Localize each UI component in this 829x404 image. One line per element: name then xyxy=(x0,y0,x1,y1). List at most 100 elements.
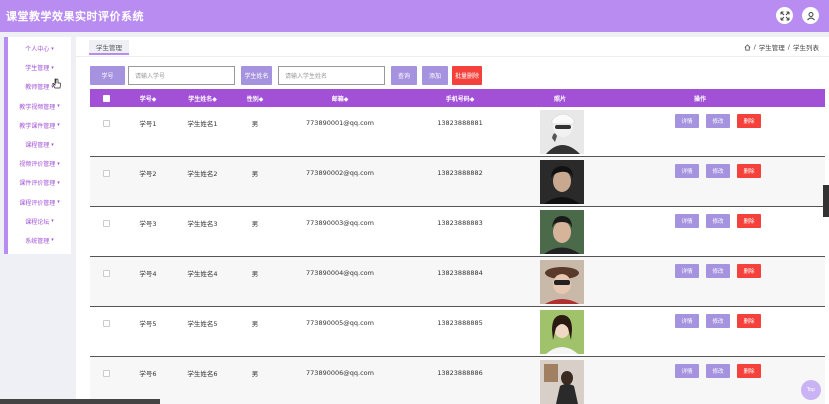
row-checkbox[interactable] xyxy=(102,369,110,377)
detail-button[interactable]: 详情 xyxy=(675,114,699,128)
edit-button[interactable]: 修改 xyxy=(706,364,730,378)
cell-gender: 男 xyxy=(251,270,259,278)
scrollbar-thumb[interactable] xyxy=(823,185,829,217)
student-photo xyxy=(540,160,584,204)
student-photo xyxy=(540,260,584,304)
row-checkbox[interactable] xyxy=(102,119,110,127)
table-row: 学号4 学生姓名4 男 773890004@qq.com 13823888884… xyxy=(90,257,825,307)
cell-email: 773890004@qq.com xyxy=(306,269,374,277)
header-gender[interactable]: 性别◆ xyxy=(240,89,270,107)
select-all-checkbox[interactable] xyxy=(102,94,110,102)
student-name-label: 学生姓名 xyxy=(241,66,272,85)
sidebar-item-forum[interactable]: 课程论坛 ▾ xyxy=(8,212,71,231)
query-button[interactable]: 查询 xyxy=(391,66,417,85)
chevron-down-icon: ▾ xyxy=(51,141,54,148)
sidebar-item-profile[interactable]: 个人中心 ▾ xyxy=(8,39,71,58)
cell-gender: 男 xyxy=(251,370,259,378)
xuehao-label: 学号 xyxy=(90,66,125,85)
chevron-down-icon: ▾ xyxy=(51,218,54,225)
detail-button[interactable]: 详情 xyxy=(675,264,699,278)
status-strip xyxy=(0,399,160,404)
student-photo xyxy=(540,210,584,254)
detail-button[interactable]: 详情 xyxy=(675,164,699,178)
edit-button[interactable]: 修改 xyxy=(706,114,730,128)
delete-button[interactable]: 删除 xyxy=(737,114,761,128)
header-icons xyxy=(776,7,819,24)
cell-xuehao: 学号4 xyxy=(139,270,157,278)
sidebar-item-video-eval[interactable]: 视频评价管理 ▾ xyxy=(8,154,71,173)
row-checkbox[interactable] xyxy=(102,319,110,327)
add-button[interactable]: 添加 xyxy=(422,66,448,85)
breadcrumb-separator: / xyxy=(753,43,756,51)
row-checkbox[interactable] xyxy=(102,169,110,177)
delete-button[interactable]: 删除 xyxy=(737,214,761,228)
xuehao-input[interactable]: 请输入学号 xyxy=(128,66,235,85)
edit-button[interactable]: 修改 xyxy=(706,314,730,328)
fullscreen-icon[interactable] xyxy=(776,7,793,24)
header-phone[interactable]: 手机号码◆ xyxy=(430,89,490,107)
detail-button[interactable]: 详情 xyxy=(675,364,699,378)
cell-name: 学生姓名2 xyxy=(187,170,218,178)
delete-button[interactable]: 删除 xyxy=(737,264,761,278)
row-checkbox[interactable] xyxy=(102,219,110,227)
breadcrumb-separator: / xyxy=(787,43,790,51)
sidebar-item-course-eval[interactable]: 课程评价管理 ▾ xyxy=(8,193,71,212)
hand-cursor-icon xyxy=(52,78,61,89)
cell-xuehao: 学号1 xyxy=(139,120,157,128)
cell-xuehao: 学号6 xyxy=(139,370,157,378)
edit-button[interactable]: 修改 xyxy=(706,214,730,228)
cell-name: 学生姓名5 xyxy=(187,320,218,328)
sidebar-item-students[interactable]: 学生管理 ▾ xyxy=(8,58,71,77)
chevron-down-icon: ▾ xyxy=(51,45,54,52)
edit-button[interactable]: 修改 xyxy=(706,264,730,278)
cell-name: 学生姓名6 xyxy=(187,370,218,378)
sidebar-item-videos[interactable]: 教学视频管理 ▾ xyxy=(8,97,71,116)
student-photo xyxy=(540,110,584,154)
header-xuehao[interactable]: 学号◆ xyxy=(128,89,168,107)
detail-button[interactable]: 详情 xyxy=(675,314,699,328)
chevron-down-icon: ▾ xyxy=(57,179,60,186)
sidebar-item-courses[interactable]: 课程管理 ▾ xyxy=(8,135,71,154)
tab-student-management[interactable]: 学生管理 xyxy=(89,40,129,55)
table-row: 学号2 学生姓名2 男 773890002@qq.com 13823888882… xyxy=(90,157,825,207)
app-title: 课堂教学效果实时评价系统 xyxy=(6,10,144,23)
detail-button[interactable]: 详情 xyxy=(675,214,699,228)
header-email[interactable]: 邮箱◆ xyxy=(310,89,370,107)
delete-button[interactable]: 删除 xyxy=(737,164,761,178)
cell-gender: 男 xyxy=(251,120,259,128)
chevron-down-icon: ▾ xyxy=(57,122,60,129)
cell-phone: 13823888886 xyxy=(437,369,483,377)
sidebar-item-courseware[interactable]: 教学课件管理 ▾ xyxy=(8,116,71,135)
cell-email: 773890003@qq.com xyxy=(306,219,374,227)
header-name[interactable]: 学生姓名◆ xyxy=(180,89,225,107)
breadcrumb-item-students[interactable]: 学生管理 xyxy=(759,42,785,52)
table-row: 学号1 学生姓名1 男 773890001@qq.com 13823888881… xyxy=(90,107,825,157)
cell-phone: 13823888882 xyxy=(437,169,483,177)
cell-email: 773890002@qq.com xyxy=(306,169,374,177)
table-row: 学号6 学生姓名6 男 773890006@qq.com 13823888886… xyxy=(90,357,825,404)
student-name-input[interactable]: 请输入学生姓名 xyxy=(278,66,385,85)
sidebar-item-teachers[interactable]: 教师管理 ▾ xyxy=(8,77,71,96)
chevron-down-icon: ▾ xyxy=(57,199,60,206)
header-actions: 操作 xyxy=(693,95,706,103)
user-icon[interactable] xyxy=(802,7,819,24)
cell-name: 学生姓名1 xyxy=(187,120,218,128)
delete-button[interactable]: 删除 xyxy=(737,314,761,328)
batch-delete-button[interactable]: 批量删除 xyxy=(452,66,482,85)
delete-button[interactable]: 删除 xyxy=(737,364,761,378)
row-checkbox[interactable] xyxy=(102,269,110,277)
sidebar-item-system[interactable]: 系统管理 ▾ xyxy=(8,231,71,250)
cell-phone: 13823888885 xyxy=(437,319,483,327)
sidebar-item-courseware-eval[interactable]: 课件评价管理 ▾ xyxy=(8,173,71,192)
chevron-down-icon: ▾ xyxy=(51,64,54,71)
table-header: 学号◆ 学生姓名◆ 性别◆ 邮箱◆ 手机号码◆ 照片 操作 xyxy=(90,89,825,107)
top-header: 课堂教学效果实时评价系统 xyxy=(0,0,829,32)
table-row: 学号3 学生姓名3 男 773890003@qq.com 13823888883… xyxy=(90,207,825,257)
home-icon[interactable] xyxy=(744,43,751,51)
back-to-top-button[interactable]: Top xyxy=(801,380,821,400)
cell-name: 学生姓名3 xyxy=(187,220,218,228)
student-photo xyxy=(540,360,584,404)
edit-button[interactable]: 修改 xyxy=(706,164,730,178)
cell-phone: 13823888884 xyxy=(437,269,483,277)
student-photo xyxy=(540,310,584,354)
